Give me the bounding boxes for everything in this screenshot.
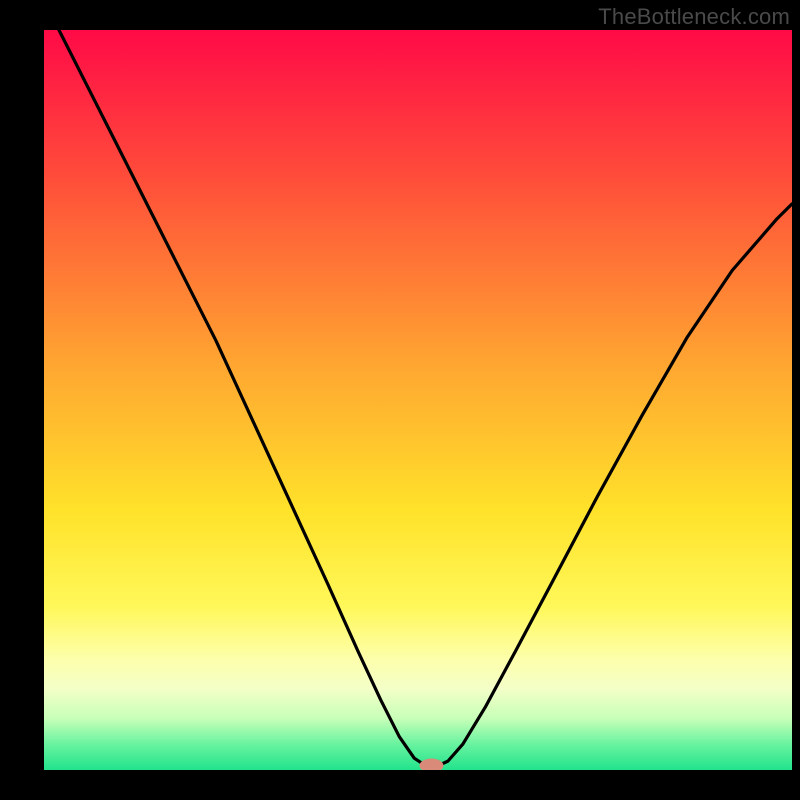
minimum-marker	[419, 759, 443, 773]
gradient-background	[44, 30, 792, 770]
chart-frame: TheBottleneck.com	[0, 0, 800, 800]
bottleneck-chart	[0, 0, 800, 800]
watermark-text: TheBottleneck.com	[598, 4, 790, 30]
